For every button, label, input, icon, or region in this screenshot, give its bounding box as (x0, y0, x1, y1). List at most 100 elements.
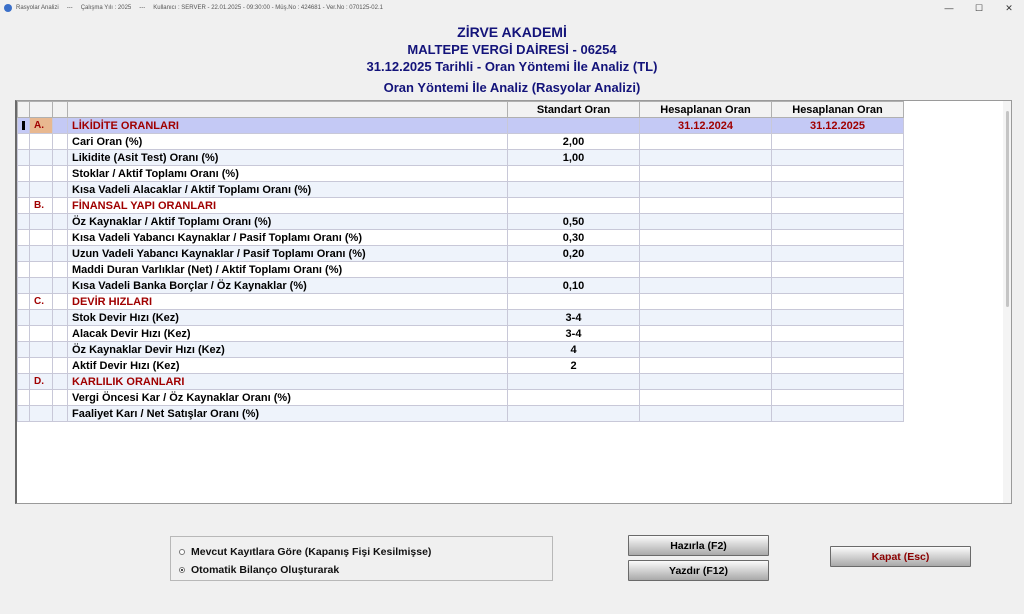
row-indicator (17, 197, 30, 214)
row-calculated-ratio-2 (771, 245, 904, 262)
row-standard-ratio (507, 165, 640, 182)
table-row[interactable]: Stok Devir Hızı (Kez) 3-4 (17, 309, 904, 326)
table-row[interactable]: Öz Kaynaklar Devir Hızı (Kez) 4 (17, 341, 904, 358)
row-calculated-ratio-1 (639, 181, 772, 198)
row-blank (52, 405, 68, 422)
row-indicator (17, 261, 30, 278)
header-standard-ratio: Standart Oran (507, 101, 640, 118)
maximize-icon[interactable]: ☐ (964, 0, 994, 16)
ratio-grid[interactable]: Standart Oran Hesaplanan Oran Hesaplanan… (15, 100, 1012, 504)
option-existing-records[interactable]: Mevcut Kayıtlara Göre (Kapanış Fişi Kesi… (179, 546, 431, 558)
row-indicator (17, 293, 30, 310)
row-indicator (17, 357, 30, 374)
row-standard-ratio (507, 197, 640, 214)
report-title: 31.12.2025 Tarihli - Oran Yöntemi İle An… (366, 59, 658, 74)
row-section-code (29, 213, 53, 230)
radio-existing-records[interactable] (179, 549, 185, 555)
row-name: Öz Kaynaklar / Aktif Toplamı Oranı (%) (67, 213, 508, 230)
table-section-row[interactable]: A. LİKİDİTE ORANLARI 31.12.2024 31.12.2025 (17, 117, 904, 134)
row-indicator (17, 213, 30, 230)
table-row[interactable]: Cari Oran (%) 2,00 (17, 133, 904, 150)
row-blank (52, 117, 68, 134)
header-calculated-ratio-2: Hesaplanan Oran (771, 101, 904, 118)
ratio-table: Standart Oran Hesaplanan Oran Hesaplanan… (17, 101, 904, 422)
vertical-scrollbar[interactable] (1003, 101, 1011, 503)
row-name: Kısa Vadeli Yabancı Kaynaklar / Pasif To… (67, 229, 508, 246)
table-header-row: Standart Oran Hesaplanan Oran Hesaplanan… (17, 101, 904, 118)
row-calculated-ratio-1 (639, 133, 772, 150)
table-row[interactable]: Uzun Vadeli Yabancı Kaynaklar / Pasif To… (17, 245, 904, 262)
print-button[interactable]: Yazdır (F12) (628, 560, 769, 581)
row-section-code (29, 229, 53, 246)
row-blank (52, 229, 68, 246)
table-row[interactable]: Likidite (Asit Test) Oranı (%) 1,00 (17, 149, 904, 166)
row-calculated-ratio-1 (639, 229, 772, 246)
app-icon (4, 4, 12, 12)
table-row[interactable]: Kısa Vadeli Yabancı Kaynaklar / Pasif To… (17, 229, 904, 246)
row-standard-ratio (507, 405, 640, 422)
row-blank (52, 261, 68, 278)
row-name: DEVİR HIZLARI (67, 293, 508, 310)
row-name: Kısa Vadeli Alacaklar / Aktif Toplamı Or… (67, 181, 508, 198)
row-standard-ratio: 2 (507, 357, 640, 374)
row-calculated-ratio-1 (639, 149, 772, 166)
title-user-info: Kullanıcı : SERVER - 22.01.2025 - 09:30:… (153, 5, 383, 11)
row-section-code (29, 149, 53, 166)
row-indicator (17, 245, 30, 262)
row-name: Cari Oran (%) (67, 133, 508, 150)
close-icon[interactable]: ✕ (994, 0, 1024, 16)
row-indicator (17, 325, 30, 342)
row-standard-ratio (507, 293, 640, 310)
header-indicator (17, 101, 30, 118)
row-calculated-ratio-2 (771, 309, 904, 326)
row-section-code (29, 261, 53, 278)
row-calculated-ratio-2 (771, 229, 904, 246)
row-section-code (29, 389, 53, 406)
table-row[interactable]: Kısa Vadeli Banka Borçlar / Öz Kaynaklar… (17, 277, 904, 294)
row-name: Vergi Öncesi Kar / Öz Kaynaklar Oranı (%… (67, 389, 508, 406)
scrollbar-thumb[interactable] (1006, 111, 1009, 307)
row-indicator (17, 149, 30, 166)
radio-auto-balance[interactable] (179, 567, 185, 573)
table-row[interactable]: Stoklar / Aktif Toplamı Oranı (%) (17, 165, 904, 182)
row-indicator (17, 405, 30, 422)
table-section-row[interactable]: D. KARLILIK ORANLARI (17, 373, 904, 390)
header-calculated-ratio-1: Hesaplanan Oran (639, 101, 772, 118)
prepare-button[interactable]: Hazırla (F2) (628, 535, 769, 556)
row-section-code: D. (29, 373, 53, 390)
row-calculated-ratio-1 (639, 325, 772, 342)
title-separator: --- (66, 5, 73, 11)
row-section-code (29, 309, 53, 326)
row-standard-ratio: 0,30 (507, 229, 640, 246)
row-name: Aktif Devir Hızı (Kez) (67, 357, 508, 374)
row-section-code: B. (29, 197, 53, 214)
row-name: Stok Devir Hızı (Kez) (67, 309, 508, 326)
close-button[interactable]: Kapat (Esc) (830, 546, 971, 567)
row-blank (52, 245, 68, 262)
table-section-row[interactable]: C. DEVİR HIZLARI (17, 293, 904, 310)
row-calculated-ratio-2 (771, 133, 904, 150)
table-section-row[interactable]: B. FİNANSAL YAPI ORANLARI (17, 197, 904, 214)
row-calculated-ratio-1 (639, 341, 772, 358)
row-calculated-ratio-2 (771, 213, 904, 230)
title-separator: --- (139, 5, 146, 11)
row-section-code (29, 357, 53, 374)
table-row[interactable]: Kısa Vadeli Alacaklar / Aktif Toplamı Or… (17, 181, 904, 198)
table-row[interactable]: Vergi Öncesi Kar / Öz Kaynaklar Oranı (%… (17, 389, 904, 406)
row-section-code (29, 165, 53, 182)
option-existing-records-label: Mevcut Kayıtlara Göre (Kapanış Fişi Kesi… (191, 546, 432, 558)
row-section-code (29, 245, 53, 262)
row-blank (52, 357, 68, 374)
row-blank (52, 133, 68, 150)
table-row[interactable]: Aktif Devir Hızı (Kez) 2 (17, 357, 904, 374)
table-row[interactable]: Faaliyet Karı / Net Satışlar Oranı (%) (17, 405, 904, 422)
table-row[interactable]: Alacak Devir Hızı (Kez) 3-4 (17, 325, 904, 342)
row-calculated-ratio-2: 31.12.2025 (771, 117, 904, 134)
option-auto-balance[interactable]: Otomatik Bilanço Oluşturarak (179, 564, 339, 576)
row-calculated-ratio-1 (639, 197, 772, 214)
row-blank (52, 373, 68, 390)
table-row[interactable]: Öz Kaynaklar / Aktif Toplamı Oranı (%) 0,… (17, 213, 904, 230)
minimize-icon[interactable]: — (934, 0, 964, 16)
row-calculated-ratio-1 (639, 389, 772, 406)
table-row[interactable]: Maddi Duran Varlıklar (Net) / Aktif Topl… (17, 261, 904, 278)
